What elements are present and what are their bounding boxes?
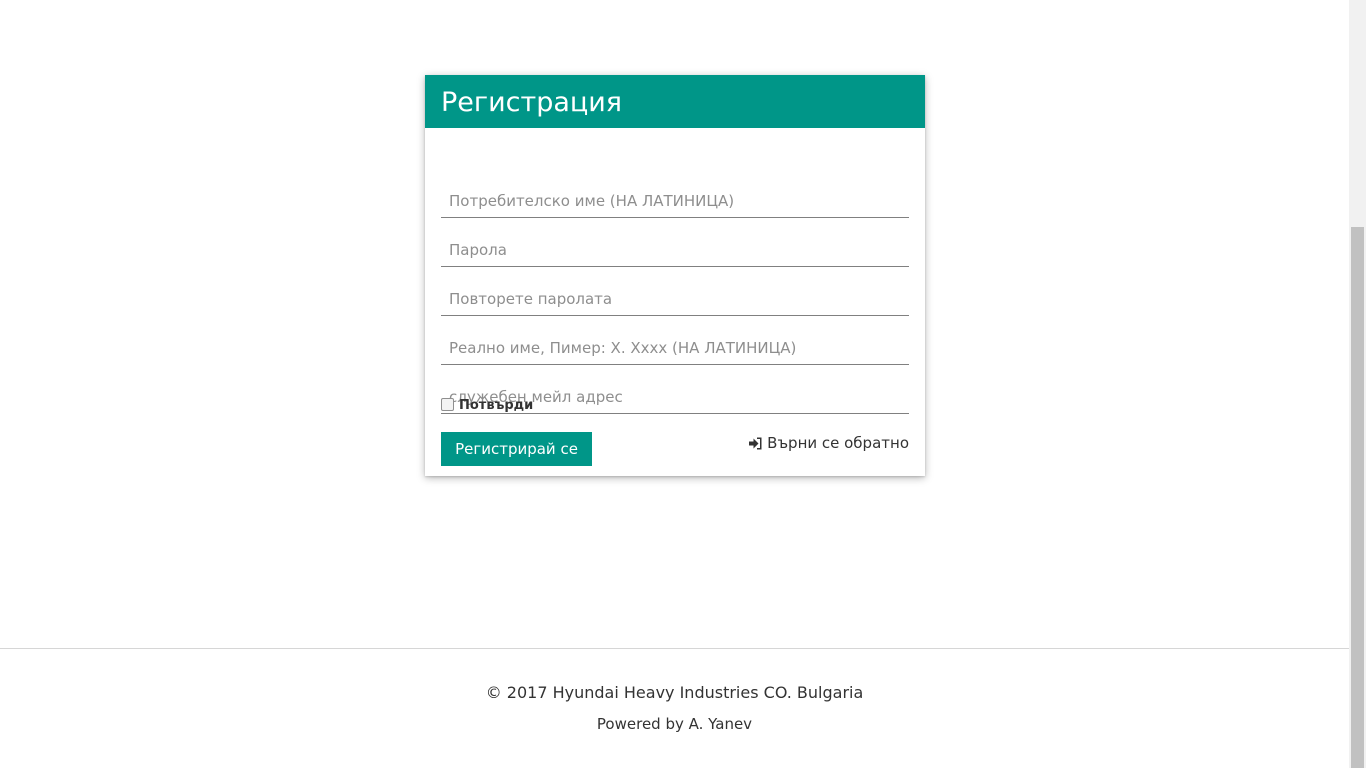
copyright-text: © 2017 Hyundai Heavy Industries CO. Bulg… [485,683,864,702]
card-header: Регистрация [425,75,925,128]
scrollbar-thumb[interactable] [1351,227,1364,768]
username-field-wrapper [441,172,909,218]
sign-in-icon [749,437,762,449]
confirm-checkbox[interactable] [441,398,454,411]
confirm-row: Потвърди [441,398,533,413]
vertical-scrollbar[interactable] [1349,0,1366,768]
footer: © 2017 Hyundai Heavy Industries CO. Bulg… [0,648,1349,768]
back-link-label: Върни се обратно [767,434,909,452]
register-button[interactable]: Регистрирай се [441,432,592,466]
page: Регистрация Потвърди Регистрирай се [0,0,1349,768]
back-link[interactable]: Върни се обратно [749,434,909,452]
registration-card: Регистрация Потвърди Регистрирай се [425,75,925,476]
real-name-field-wrapper [441,319,909,365]
username-input[interactable] [441,172,909,217]
repeat-password-input[interactable] [441,270,909,315]
repeat-password-field-wrapper [441,270,909,316]
page-title: Регистрация [441,87,623,118]
password-field-wrapper [441,221,909,267]
password-input[interactable] [441,221,909,266]
confirm-label: Потвърди [459,398,534,413]
powered-by-text: Powered by A. Yanev [596,715,753,733]
real-name-input[interactable] [441,319,909,364]
